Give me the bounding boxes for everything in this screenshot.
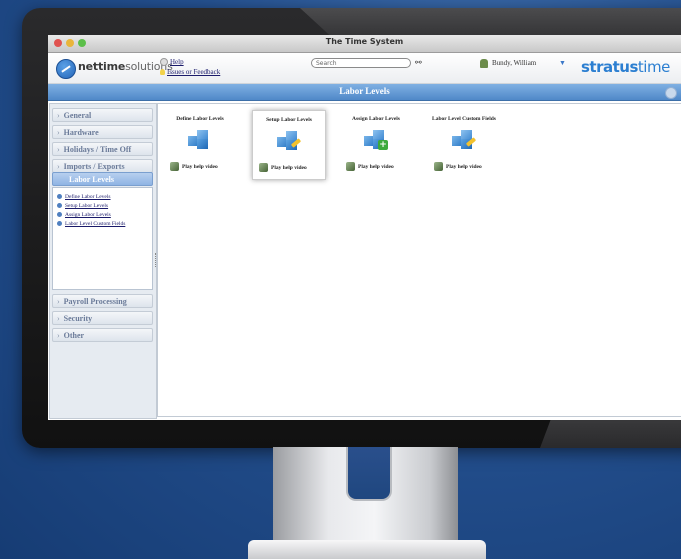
nettime-logo: nettimesolutions xyxy=(78,60,173,73)
sidebar-item-other[interactable]: › Other xyxy=(52,328,153,342)
sublink-label: Setup Labor Levels xyxy=(65,203,109,209)
labor-levels-subpanel: Define Labor Levels Setup Labor Levels A… xyxy=(52,187,153,290)
chevron-down-icon[interactable]: ▼ xyxy=(559,59,566,67)
chevron-right-icon: › xyxy=(57,111,60,120)
sidebar-item-label: Payroll Processing xyxy=(63,297,127,306)
app-screen: The Time System nettimesolutions Help Is… xyxy=(48,35,681,420)
window-title: The Time System xyxy=(325,37,404,46)
app-header: nettimesolutions Help Issues or Feedback… xyxy=(48,53,681,84)
card-assign-labor-levels[interactable]: Assign Labor Levels + Play help video xyxy=(340,110,412,178)
sidebar-item-hardware[interactable]: › Hardware xyxy=(52,125,153,139)
sidebar-item-label: Other xyxy=(63,331,85,340)
bullet-icon xyxy=(57,194,62,200)
binoculars-search-icon[interactable]: ⚯ xyxy=(415,58,422,67)
labor-levels-cubes-pencil-icon xyxy=(277,129,302,151)
sidebar-item-imports-exports[interactable]: › Imports / Exports xyxy=(52,159,153,173)
chevron-right-icon: › xyxy=(57,162,60,171)
sublink-define-labor-levels[interactable]: Define Labor Levels xyxy=(57,194,111,200)
chevron-right-icon: › xyxy=(57,297,60,306)
help-link[interactable]: Help xyxy=(160,57,220,67)
card-define-labor-levels[interactable]: Define Labor Levels Play help video xyxy=(164,110,236,178)
sublink-label: Assign Labor Levels xyxy=(65,212,111,218)
stratustime-brand: stratustime xyxy=(581,58,670,76)
help-link-label: Help xyxy=(170,58,184,66)
labor-levels-cubes-plus-icon: + xyxy=(364,128,388,150)
bullet-icon xyxy=(57,212,62,218)
play-help-video-link[interactable]: Play help video xyxy=(259,163,307,172)
chevron-right-icon: › xyxy=(57,331,60,340)
bullet-icon xyxy=(57,221,62,227)
nettime-logo-icon xyxy=(56,59,76,79)
sidebar-item-holidays[interactable]: › Holidays / Time Off xyxy=(52,142,153,156)
chevron-right-icon: › xyxy=(57,314,60,323)
play-help-video-label: Play help video xyxy=(182,163,218,170)
video-icon xyxy=(346,162,355,171)
stand-cable-hole xyxy=(346,447,392,501)
card-title: Setup Labor Levels xyxy=(266,117,312,123)
play-help-video-link[interactable]: Play help video xyxy=(434,162,482,171)
play-help-video-label: Play help video xyxy=(446,163,482,170)
user-avatar-icon xyxy=(480,59,488,68)
page-title: Labor Levels xyxy=(339,86,390,96)
help-links: Help Issues or Feedback xyxy=(160,57,220,77)
sidebar-item-label: Holidays / Time Off xyxy=(63,145,132,154)
labor-levels-cubes-pencil-icon xyxy=(452,128,477,150)
play-help-video-label: Play help video xyxy=(271,164,307,171)
lightbulb-icon xyxy=(160,69,165,76)
sublink-label: Labor Level Custom Fields xyxy=(65,221,126,227)
logo-bold-text: nettime xyxy=(78,60,126,73)
video-icon xyxy=(259,163,268,172)
feedback-link[interactable]: Issues or Feedback xyxy=(160,67,220,77)
sidebar-item-general[interactable]: › General xyxy=(52,108,153,122)
search-input[interactable]: Search xyxy=(311,58,411,68)
brand-bold-text: stratus xyxy=(581,58,638,76)
sidebar: › General › Hardware › Holidays / Time Off … xyxy=(49,103,157,419)
bezel-reflection xyxy=(300,8,681,36)
bezel-chin-reflection xyxy=(540,418,681,448)
monitor-stand-base xyxy=(248,540,486,559)
brand-light-text: time xyxy=(637,58,670,76)
sidebar-item-security[interactable]: › Security xyxy=(52,311,153,325)
main-content: Define Labor Levels Play help video Setu… xyxy=(157,103,681,417)
user-name: Bundy, William xyxy=(492,59,537,67)
card-setup-labor-levels[interactable]: Setup Labor Levels Play help video xyxy=(252,110,326,180)
chevron-right-icon: › xyxy=(57,145,60,154)
sublink-labor-level-custom-fields[interactable]: Labor Level Custom Fields xyxy=(57,221,125,227)
bullet-icon xyxy=(57,203,62,209)
window-titlebar: The Time System xyxy=(48,35,681,53)
card-title: Labor Level Custom Fields xyxy=(432,116,496,122)
play-help-video-link[interactable]: Play help video xyxy=(346,162,394,171)
video-icon xyxy=(434,162,443,171)
play-help-video-link[interactable]: Play help video xyxy=(170,162,218,171)
speaker-icon[interactable] xyxy=(665,87,677,99)
sidebar-item-label: Imports / Exports xyxy=(63,162,125,171)
sidebar-item-labor-levels[interactable]: Labor Levels xyxy=(52,172,153,186)
help-icon xyxy=(160,58,168,67)
sidebar-item-label: General xyxy=(63,111,92,120)
feedback-link-label: Issues or Feedback xyxy=(167,68,221,76)
sublink-setup-labor-levels[interactable]: Setup Labor Levels xyxy=(57,203,108,209)
page-title-bar: Labor Levels xyxy=(48,84,681,101)
chevron-right-icon: › xyxy=(57,128,60,137)
video-icon xyxy=(170,162,179,171)
sidebar-item-label: Labor Levels xyxy=(69,175,114,184)
sublink-assign-labor-levels[interactable]: Assign Labor Levels xyxy=(57,212,111,218)
card-title: Define Labor Levels xyxy=(176,116,224,122)
play-help-video-label: Play help video xyxy=(358,163,394,170)
card-title: Assign Labor Levels xyxy=(352,116,400,122)
sidebar-item-label: Security xyxy=(63,314,93,323)
card-labor-level-custom-fields[interactable]: Labor Level Custom Fields Play help vide… xyxy=(428,110,500,178)
sublink-label: Define Labor Levels xyxy=(65,194,111,200)
labor-levels-cubes-icon xyxy=(188,128,212,150)
sidebar-item-label: Hardware xyxy=(63,128,99,137)
sidebar-item-payroll-processing[interactable]: › Payroll Processing xyxy=(52,294,153,308)
